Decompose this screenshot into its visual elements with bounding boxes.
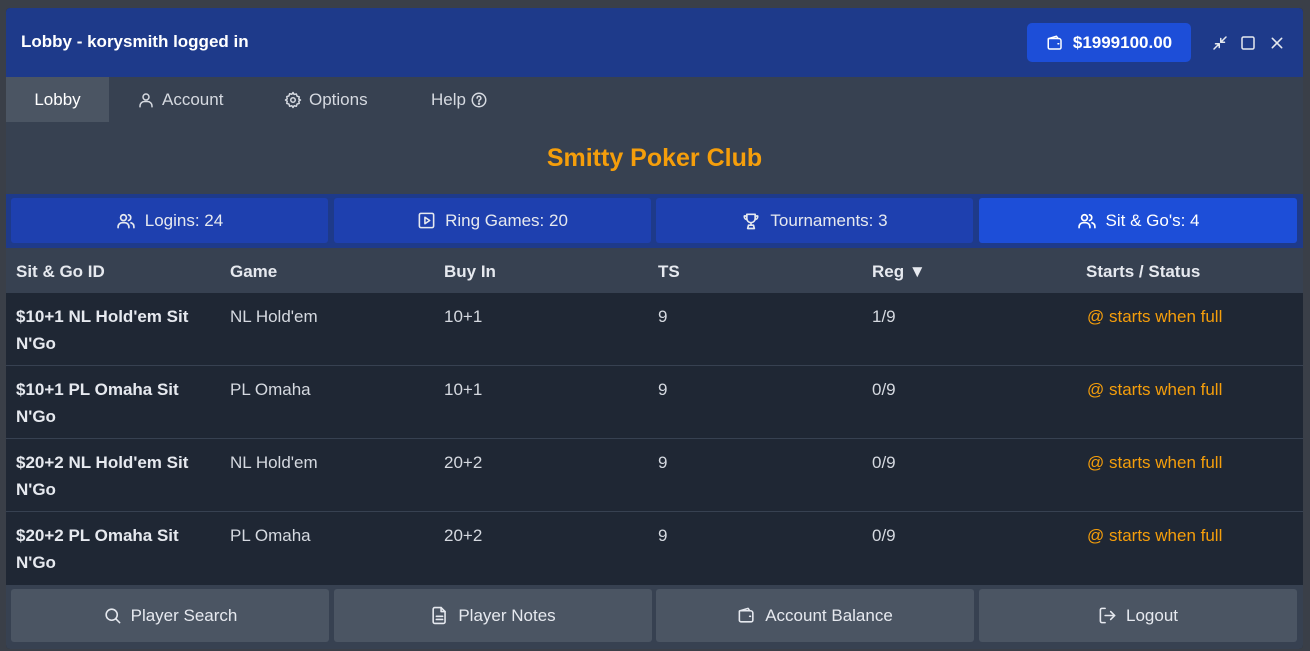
tab-ring-games[interactable]: Ring Games: 20 (334, 198, 651, 243)
users-icon (116, 211, 136, 231)
tab-sit-and-gos[interactable]: Sit & Go's: 4 (979, 198, 1297, 243)
cell-ts: 9 (658, 526, 668, 545)
trophy-icon (741, 211, 761, 231)
account-balance-button[interactable]: Account Balance (656, 589, 974, 642)
cell-game: PL Omaha (230, 380, 311, 399)
button-label: Player Notes (458, 605, 556, 625)
table-row[interactable]: $10+1 NL Hold'em Sit N'Go NL Hold'em 10+… (6, 293, 1303, 366)
menu-item-label: Lobby (34, 89, 81, 109)
window-title: Lobby - korysmith logged in (21, 32, 249, 51)
column-header-buyin[interactable]: Buy In (444, 262, 496, 282)
cell-reg: 0/9 (872, 380, 896, 399)
cell-game: NL Hold'em (230, 453, 318, 472)
player-notes-button[interactable]: Player Notes (334, 589, 652, 642)
table-header: Sit & Go ID Game Buy In TS Reg ▼ Starts … (6, 248, 1303, 293)
menu-item-lobby[interactable]: Lobby (6, 77, 109, 122)
balance-amount: $1999100.00 (1072, 32, 1173, 52)
cell-ts: 9 (658, 380, 668, 399)
document-icon (430, 606, 449, 625)
club-header: Smitty Poker Club (6, 122, 1303, 194)
tab-label: Sit & Go's: 4 (1105, 210, 1200, 230)
menu-item-label: Account (162, 89, 224, 109)
column-header-ts[interactable]: TS (658, 262, 680, 282)
cell-id: $20+2 NL Hold'em Sit N'Go (16, 453, 189, 499)
column-header-game[interactable]: Game (230, 262, 277, 282)
search-icon (103, 606, 122, 625)
sit-and-go-table: $10+1 NL Hold'em Sit N'Go NL Hold'em 10+… (6, 293, 1303, 585)
cell-ts: 9 (658, 307, 668, 326)
balance-button[interactable]: $1999100.00 (1027, 23, 1191, 62)
logout-icon (1098, 606, 1117, 625)
help-circle-icon (470, 91, 488, 109)
cell-status: @ starts when full (1087, 307, 1223, 326)
wallet-icon (737, 606, 756, 625)
cell-buyin: 10+1 (444, 380, 483, 399)
lobby-window: Lobby - korysmith logged in $1999100.00 … (6, 8, 1303, 649)
button-label: Account Balance (765, 605, 893, 625)
tab-logins[interactable]: Logins: 24 (11, 198, 328, 243)
footer-bar: Player Search Player Notes Account Balan… (6, 585, 1303, 649)
cell-id: $20+2 PL Omaha Sit N'Go (16, 526, 179, 572)
player-search-button[interactable]: Player Search (11, 589, 329, 642)
menu-item-account[interactable]: Account (137, 77, 223, 122)
wallet-icon (1046, 34, 1064, 52)
table-row[interactable]: $10+1 PL Omaha Sit N'Go PL Omaha 10+1 9 … (6, 366, 1303, 439)
tab-tournaments[interactable]: Tournaments: 3 (656, 198, 973, 243)
cell-ts: 9 (658, 453, 668, 472)
cell-game: PL Omaha (230, 526, 311, 545)
table-row[interactable]: $20+2 PL Omaha Sit N'Go PL Omaha 20+2 9 … (6, 512, 1303, 585)
cell-reg: 0/9 (872, 526, 896, 545)
cell-reg: 1/9 (872, 307, 896, 326)
column-header-id[interactable]: Sit & Go ID (16, 262, 105, 282)
menu-item-label: Options (309, 89, 368, 109)
gear-icon (284, 91, 302, 109)
play-square-icon (417, 211, 436, 230)
minimize-icon[interactable] (1209, 32, 1231, 54)
menu-item-label: Help (431, 89, 466, 109)
menu-item-options[interactable]: Options (284, 77, 368, 122)
logout-button[interactable]: Logout (979, 589, 1297, 642)
menu-bar: Lobby Account Options Help (6, 77, 1303, 122)
menu-item-help[interactable]: Help (431, 77, 488, 122)
cell-status: @ starts when full (1087, 526, 1223, 545)
lobby-tabs: Logins: 24 Ring Games: 20 Tournaments: 3… (6, 194, 1303, 248)
cell-id: $10+1 NL Hold'em Sit N'Go (16, 307, 189, 353)
cell-status: @ starts when full (1087, 380, 1223, 399)
users-icon (1077, 211, 1097, 231)
cell-id: $10+1 PL Omaha Sit N'Go (16, 380, 179, 426)
tab-label: Ring Games: 20 (445, 210, 568, 230)
tab-label: Logins: 24 (144, 210, 224, 230)
column-header-status[interactable]: Starts / Status (1086, 262, 1200, 282)
tab-label: Tournaments: 3 (770, 210, 888, 230)
cell-buyin: 20+2 (444, 453, 483, 472)
table-row[interactable]: $20+2 NL Hold'em Sit N'Go NL Hold'em 20+… (6, 439, 1303, 512)
club-title: Smitty Poker Club (546, 144, 763, 172)
close-icon[interactable] (1266, 32, 1288, 54)
cell-reg: 0/9 (872, 453, 896, 472)
user-icon (137, 91, 155, 109)
column-header-reg[interactable]: Reg ▼ (872, 262, 926, 282)
button-label: Logout (1126, 605, 1178, 625)
cell-game: NL Hold'em (230, 307, 318, 326)
title-bar[interactable]: Lobby - korysmith logged in $1999100.00 (6, 8, 1303, 77)
maximize-icon[interactable] (1237, 32, 1259, 54)
button-label: Player Search (130, 605, 238, 625)
cell-status: @ starts when full (1087, 453, 1223, 472)
cell-buyin: 20+2 (444, 526, 483, 545)
cell-buyin: 10+1 (444, 307, 483, 326)
